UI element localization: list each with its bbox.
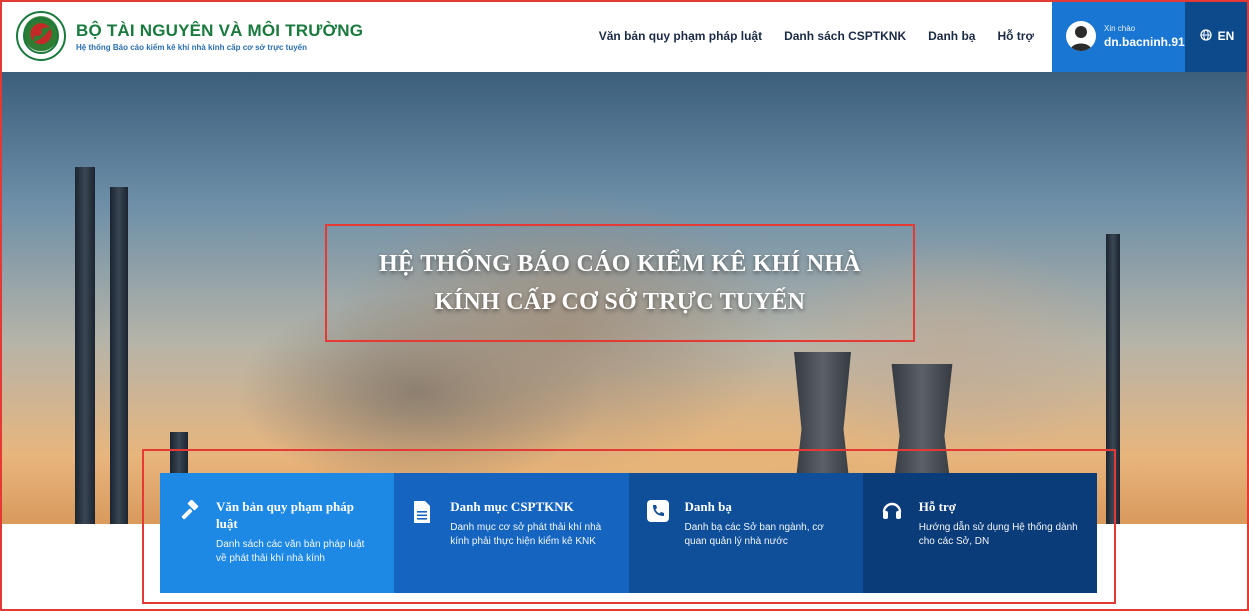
hero-title: HỆ THỐNG BÁO CÁO KIỂM KÊ KHÍ NHÀ KÍNH CẤ…	[325, 224, 915, 342]
quick-links: Văn bản quy phạm pháp luật Danh sách các…	[160, 473, 1097, 593]
user-name: dn.bacninh.91	[1104, 34, 1185, 49]
nav-legal-documents[interactable]: Văn bản quy phạm pháp luật	[599, 29, 762, 43]
main-nav: Văn bản quy phạm pháp luật Danh sách CSP…	[577, 0, 1034, 72]
user-greeting: Xin chào	[1104, 23, 1136, 33]
headset-icon	[881, 498, 909, 593]
card-support[interactable]: Hỗ trợ Hướng dẫn sử dụng Hệ thống dành c…	[862, 473, 1097, 593]
phone-icon	[646, 498, 675, 593]
card-description: Danh sách các văn bản pháp luật về phát …	[216, 539, 365, 564]
nav-directory[interactable]: Danh bạ	[928, 29, 975, 43]
nav-facility-list[interactable]: Danh sách CSPTKNK	[784, 29, 906, 43]
brand-title: BỘ TÀI NGUYÊN VÀ MÔI TRƯỜNG	[76, 20, 364, 40]
brand-subtitle: Hệ thống Báo cáo kiểm kê khí nhà kính cấ…	[76, 42, 308, 52]
card-description: Danh mục cơ sở phát thải khí nhà kính ph…	[450, 522, 602, 547]
user-menu[interactable]: Xin chào dn.bacninh.91	[1052, 0, 1185, 72]
globe-icon	[1200, 28, 1212, 44]
language-label: EN	[1217, 29, 1235, 43]
card-description: Hướng dẫn sử dụng Hệ thống dành cho các …	[918, 522, 1078, 547]
hero-title-line-1: HỆ THỐNG BÁO CÁO KIỂM KÊ KHÍ NHÀ	[379, 251, 861, 277]
brand[interactable]: BỘ TÀI NGUYÊN VÀ MÔI TRƯỜNG Hệ thống Báo…	[0, 0, 560, 72]
site-header: BỘ TÀI NGUYÊN VÀ MÔI TRƯỜNG Hệ thống Báo…	[0, 0, 1249, 72]
card-title: Văn bản quy phạm pháp luật	[216, 499, 355, 531]
avatar	[1066, 21, 1096, 51]
language-switch[interactable]: EN	[1185, 0, 1249, 72]
hero-banner: HỆ THỐNG BÁO CÁO KIỂM KÊ KHÍ NHÀ KÍNH CẤ…	[0, 72, 1249, 524]
card-directory[interactable]: Danh bạ Danh bạ các Sở ban ngành, cơ qua…	[628, 473, 863, 593]
globe-leaf-icon	[23, 18, 59, 54]
card-legal-documents[interactable]: Văn bản quy phạm pháp luật Danh sách các…	[160, 473, 395, 593]
card-description: Danh bạ các Sở ban ngành, cơ quan quản l…	[684, 522, 824, 547]
ministry-logo	[16, 11, 66, 61]
gavel-icon	[178, 498, 206, 593]
card-title: Hỗ trợ	[918, 499, 956, 514]
card-title: Danh mục CSPTKNK	[450, 499, 574, 514]
document-icon	[412, 498, 440, 593]
card-facility-list[interactable]: Danh mục CSPTKNK Danh mục cơ sở phát thả…	[394, 473, 629, 593]
hero-title-line-2: KÍNH CẤP CƠ SỞ TRỰC TUYẾN	[434, 289, 806, 315]
card-title: Danh bạ	[684, 499, 732, 514]
nav-support[interactable]: Hỗ trợ	[997, 29, 1034, 43]
